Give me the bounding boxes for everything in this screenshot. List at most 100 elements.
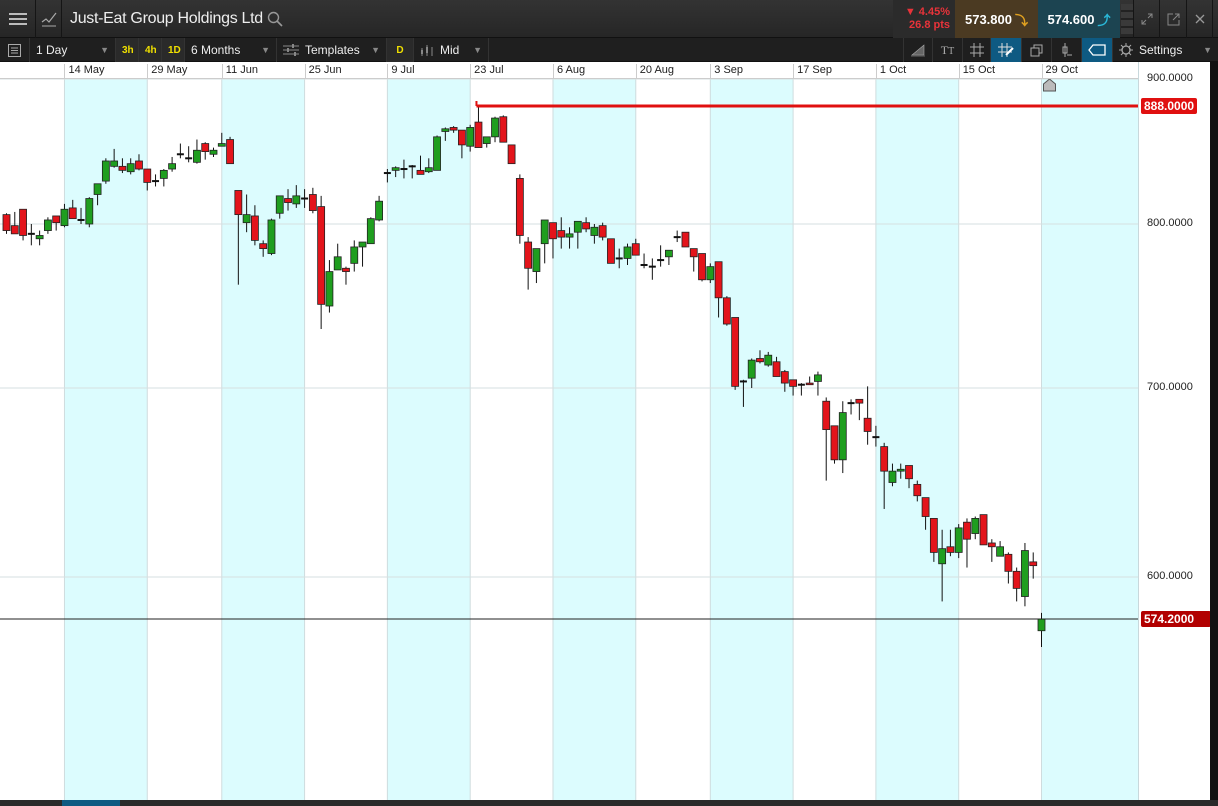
candle-down	[259, 243, 268, 249]
candle-up	[540, 219, 549, 245]
candle-up	[954, 527, 963, 553]
candle-down	[68, 207, 77, 220]
candle-up	[433, 136, 441, 171]
date-tick-label: 29 Oct	[1041, 64, 1078, 79]
drawing-tool-button[interactable]	[903, 38, 933, 62]
candle-up	[1021, 550, 1029, 597]
time-band	[64, 79, 148, 800]
interval-3h-button[interactable]: 3h	[116, 38, 139, 62]
time-band	[875, 79, 959, 800]
buy-button[interactable]: 574.600 ⤴	[1038, 0, 1120, 38]
candle-indicator-icon	[1062, 43, 1072, 57]
date-tick-label: 6 Aug	[552, 64, 585, 79]
compare-button[interactable]	[1022, 38, 1052, 62]
popout-icon	[1167, 13, 1179, 25]
candle-up	[217, 143, 226, 147]
candle-up	[110, 160, 119, 167]
candle-down	[52, 215, 61, 224]
candle-up	[159, 169, 168, 179]
candle-up	[665, 249, 673, 258]
candle-down	[10, 225, 19, 235]
candle-down	[987, 542, 996, 548]
sell-button[interactable]: 573.800 ⤵	[955, 0, 1038, 38]
scrollbar[interactable]	[1210, 62, 1218, 806]
interval-dropdown[interactable]: 1 Day ▼	[30, 38, 116, 62]
candle-down	[979, 514, 988, 546]
candlestick-icon	[421, 45, 433, 56]
indicator-button[interactable]	[1052, 38, 1082, 62]
candle-down	[681, 231, 690, 248]
title-bar: Just-Eat Group Holdings Ltd ▼ 4.45% 26.8…	[0, 0, 1218, 38]
price-tick-label: 800.0000	[1147, 217, 1193, 229]
date-tick-label: 9 Jul	[387, 64, 415, 79]
price-ladder-icon[interactable]	[1121, 4, 1133, 34]
candle-up	[706, 266, 715, 281]
interval-1d-button[interactable]: 1D	[162, 38, 185, 62]
candle-down	[234, 190, 243, 216]
candle-up	[491, 117, 499, 138]
watchlist-button[interactable]	[0, 38, 30, 62]
candle-down	[698, 253, 706, 281]
candle-down	[946, 546, 955, 553]
templates-dropdown[interactable]: Templates ▼	[277, 38, 387, 62]
candle-up	[193, 149, 201, 163]
candle-down	[19, 208, 27, 236]
range-dropdown[interactable]: 6 Months ▼	[185, 38, 277, 62]
horizontal-line-price-tag[interactable]: 888.0000	[1141, 98, 1198, 114]
close-icon	[1195, 14, 1204, 24]
settings-dropdown[interactable]: Settings ▼	[1113, 38, 1218, 62]
candle-down	[714, 261, 723, 299]
time-band	[387, 79, 471, 800]
candle-up	[325, 271, 334, 307]
candle-down	[515, 178, 524, 236]
timeline-scrollbar[interactable]	[0, 800, 1218, 806]
search-icon[interactable]	[267, 11, 283, 27]
grid-button[interactable]	[963, 38, 991, 62]
expand-button[interactable]	[1133, 0, 1160, 38]
candle-down	[731, 317, 740, 387]
change-points: 26.8 pts	[909, 19, 950, 31]
candle-up	[532, 248, 541, 272]
candle-up	[275, 195, 284, 214]
candle-up	[126, 163, 135, 173]
candle-down	[317, 206, 326, 305]
crosshair-button[interactable]	[991, 38, 1022, 62]
price-change: ▼ 4.45% 26.8 pts	[893, 0, 955, 38]
candle-up	[838, 412, 847, 461]
candle-up	[573, 220, 582, 233]
daily-button[interactable]: D	[387, 38, 414, 62]
candle-down	[830, 425, 839, 461]
chevron-down-icon: ▼	[473, 45, 482, 55]
list-icon	[8, 43, 21, 57]
candlestick-chart[interactable]	[0, 79, 1138, 800]
candle-down	[905, 465, 913, 480]
candle-up	[623, 246, 632, 259]
menu-button[interactable]	[0, 0, 36, 38]
candle-down	[929, 518, 938, 553]
tag-icon	[1088, 44, 1106, 56]
candle-down	[863, 417, 872, 432]
candle-up	[764, 354, 773, 366]
candle-up	[971, 518, 980, 534]
price-axis[interactable]: 888.0000 574.2000 900.0000 800.0000 700.00…	[1138, 62, 1211, 800]
popout-button[interactable]	[1160, 0, 1187, 38]
candle-down	[582, 222, 590, 230]
date-tick-label: 14 May	[64, 64, 105, 79]
candle-up	[590, 226, 599, 236]
scroll-thumb[interactable]	[62, 800, 120, 806]
price-type-dropdown[interactable]: Mid ▼	[414, 38, 489, 62]
time-band	[221, 79, 305, 800]
candle-down	[921, 497, 930, 517]
chart-toolbar: 1 Day ▼ 3h 4h 1D 6 Months ▼ Templates ▼ D M…	[0, 38, 1218, 62]
chart-type-button[interactable]	[36, 0, 62, 38]
close-button[interactable]	[1187, 0, 1213, 38]
interval-4h-button[interactable]: 4h	[139, 38, 162, 62]
date-tick-label: 17 Sep	[793, 64, 832, 79]
text-tool-button[interactable]: TT	[933, 38, 963, 62]
line-chart-icon	[41, 12, 56, 27]
label-button[interactable]	[1082, 38, 1113, 62]
candle-down	[449, 127, 458, 131]
grid-icon	[969, 43, 984, 57]
candle-up	[391, 167, 400, 171]
candle-down	[1012, 570, 1021, 589]
